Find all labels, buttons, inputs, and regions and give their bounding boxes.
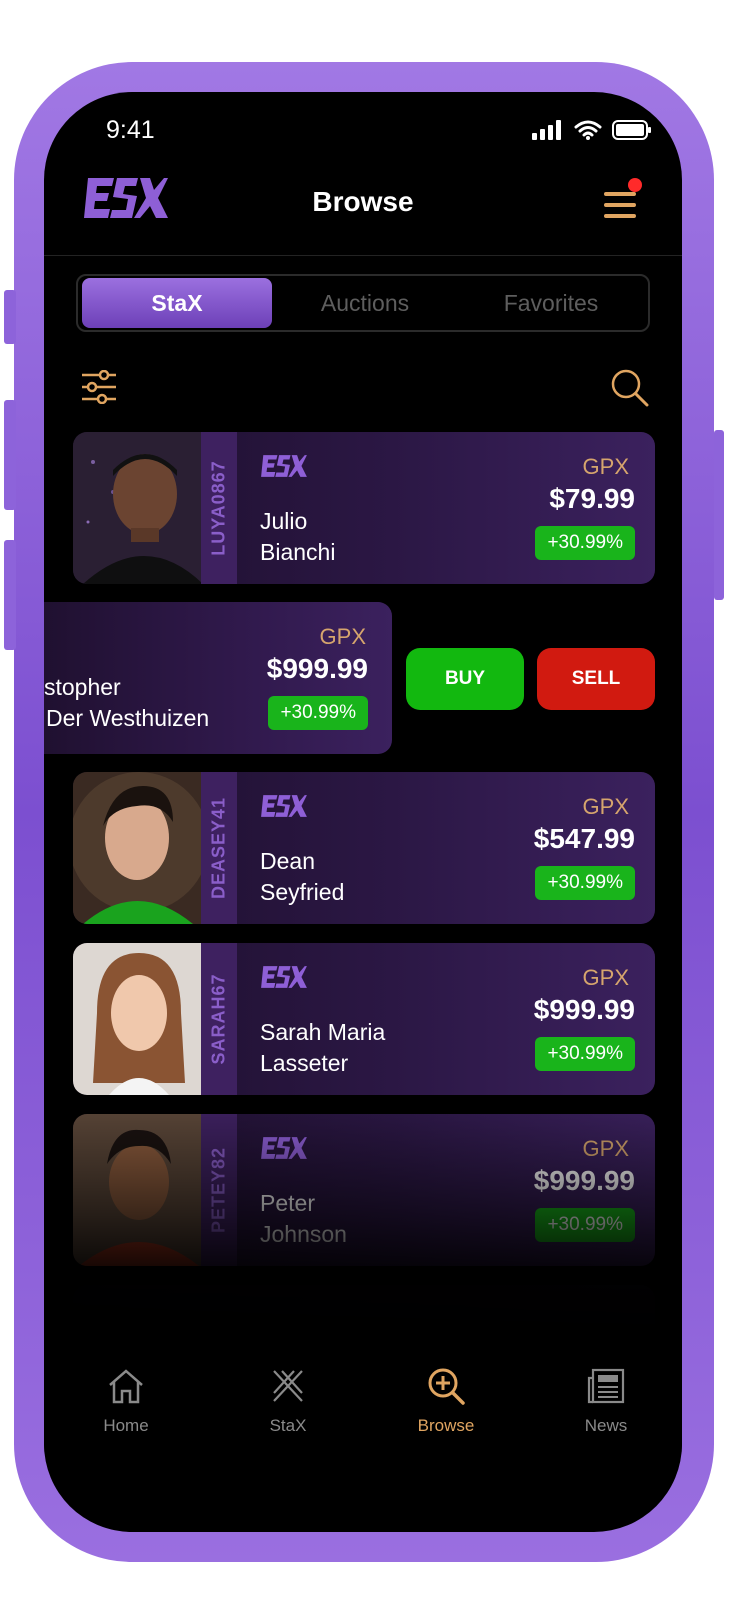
player-card[interactable]: LUYA0867 Julio Bianchi GPX $79.99 +30.99… xyxy=(73,432,655,584)
handle-strip: LUYA0867 xyxy=(201,432,237,584)
nav-news[interactable]: News xyxy=(546,1364,666,1436)
nav-home[interactable]: Home xyxy=(66,1364,186,1436)
esx-mini-logo xyxy=(261,795,307,817)
handle-strip: DEASEY41 xyxy=(201,772,237,924)
currency-label: GPX xyxy=(319,624,366,649)
change-badge: +30.99% xyxy=(535,526,635,560)
handle-strip: SARAH67 xyxy=(201,943,237,1095)
browse-tabs: StaX Auctions Favorites xyxy=(76,274,650,332)
player-name: Dean Seyfried xyxy=(260,846,344,908)
esx-mini-logo xyxy=(261,1137,307,1159)
nav-label: News xyxy=(584,1416,628,1435)
change-badge: +30.99% xyxy=(535,866,635,900)
player-photo xyxy=(73,943,203,1095)
tab-favorites[interactable]: Favorites xyxy=(458,278,644,328)
player-handle: LUYA0867 xyxy=(208,460,229,556)
tab-stax[interactable]: StaX xyxy=(82,278,272,328)
esx-mini-logo xyxy=(261,966,307,988)
nav-stax[interactable]: StaX xyxy=(228,1364,348,1436)
hamburger-icon xyxy=(604,192,636,218)
filter-icon[interactable] xyxy=(80,369,118,409)
status-time: 9:41 xyxy=(106,116,155,144)
tab-auctions[interactable]: Auctions xyxy=(272,278,458,328)
player-last-name: Lasseter xyxy=(260,1050,349,1076)
price: $999.99 xyxy=(266,653,368,684)
stax-icon xyxy=(273,1370,303,1402)
bottom-nav: Home StaX Browse News xyxy=(44,1342,682,1452)
player-last-name: Bianchi xyxy=(260,539,336,565)
change-badge: +30.99% xyxy=(268,696,368,730)
currency-label: GPX xyxy=(582,794,629,819)
notification-dot xyxy=(628,178,642,192)
player-last-name: Seyfried xyxy=(260,879,345,905)
player-handle: DEASEY41 xyxy=(208,796,229,900)
player-card[interactable]: SARAH67 Sarah Maria Lasseter GPX $999.99… xyxy=(73,943,655,1095)
nav-label: Home xyxy=(103,1416,149,1435)
player-last-name: Der Westhuizen xyxy=(46,705,210,731)
player-name: Julio Bianchi xyxy=(260,506,335,568)
home-icon xyxy=(109,1369,143,1404)
handle-strip: PETEY82 xyxy=(201,1114,237,1266)
side-button xyxy=(714,430,724,600)
player-name: Sarah Maria Lasseter xyxy=(260,1017,385,1079)
player-card[interactable]: PETEY82 Peter Johnson GPX $999.99 +30.99… xyxy=(73,1114,655,1266)
search-icon[interactable] xyxy=(610,368,650,413)
player-last-name: Johnson xyxy=(260,1221,347,1247)
change-badge: +30.99% xyxy=(535,1037,635,1071)
player-name: stopher Der Westhuizen xyxy=(44,672,209,734)
wifi-icon xyxy=(574,120,602,140)
news-icon xyxy=(587,1368,625,1404)
swiped-player-card[interactable]: stopher Der Westhuizen GPX $999.99 +30.9… xyxy=(44,602,392,754)
side-button xyxy=(4,290,16,344)
price: $79.99 xyxy=(549,483,635,514)
esx-mini-logo xyxy=(261,455,307,477)
change-badge: +30.99% xyxy=(535,1208,635,1242)
app-screen: 9:41 Browse StaX Auctions Favorites LUYA… xyxy=(44,92,682,1532)
player-card[interactable]: DEASEY41 Dean Seyfried GPX $547.99 +30.9… xyxy=(73,772,655,924)
buy-button[interactable]: BUY xyxy=(406,648,524,710)
nav-label: StaX xyxy=(269,1416,307,1435)
browse-icon xyxy=(428,1368,465,1405)
currency-label: GPX xyxy=(582,454,629,479)
app-header: Browse xyxy=(44,162,682,256)
player-first-name: Dean xyxy=(260,848,315,874)
price: $999.99 xyxy=(533,994,635,1025)
currency-label: GPX xyxy=(582,965,629,990)
player-first-name: Julio xyxy=(260,508,308,534)
side-button xyxy=(4,540,16,650)
currency-label: GPX xyxy=(582,1136,629,1161)
page-title: Browse xyxy=(312,186,414,217)
player-handle: SARAH67 xyxy=(208,973,229,1065)
side-button xyxy=(4,400,16,510)
sell-button[interactable]: SELL xyxy=(537,648,655,710)
nav-browse[interactable]: Browse xyxy=(386,1364,506,1436)
signal-icon xyxy=(532,120,561,140)
status-icons xyxy=(532,120,652,140)
player-photo xyxy=(73,432,203,584)
player-photo xyxy=(73,772,203,924)
player-first-name: Sarah Maria xyxy=(260,1019,386,1045)
price: $999.99 xyxy=(533,1165,635,1196)
player-handle: PETEY82 xyxy=(208,1146,229,1234)
price: $547.99 xyxy=(533,823,635,854)
menu-button[interactable] xyxy=(602,178,642,222)
battery-icon xyxy=(612,120,651,140)
player-first-name: Peter xyxy=(260,1190,315,1216)
player-photo xyxy=(73,1114,203,1266)
player-name: Peter Johnson xyxy=(260,1188,347,1250)
player-first-name: stopher xyxy=(44,674,121,700)
nav-label: Browse xyxy=(417,1416,475,1435)
